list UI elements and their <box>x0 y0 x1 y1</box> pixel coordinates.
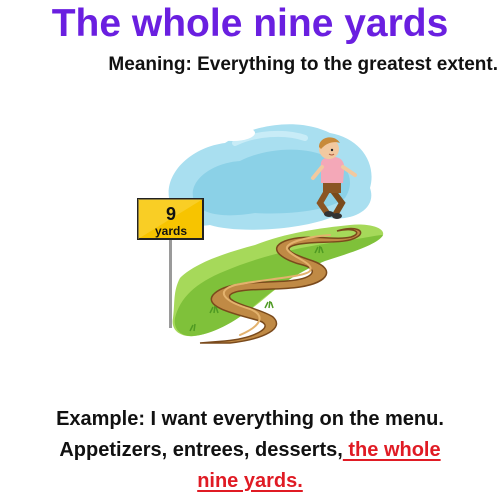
cloud-icon <box>334 104 370 124</box>
page-title: The whole nine yards <box>51 2 449 45</box>
idiom-highlight: the whole <box>342 439 441 461</box>
sign-unit: yards <box>155 224 187 238</box>
meaning-text: Meaning: Everything to the greatest exte… <box>108 54 498 75</box>
sign-number: 9 <box>166 204 176 224</box>
cloud-icon <box>211 116 255 141</box>
idiom-highlight-end: nine yards. <box>197 470 303 492</box>
illustration: 9 yards <box>137 104 384 344</box>
example-line-1: Example: I want everything on the menu. <box>56 408 444 430</box>
example-line-3: nine yards. <box>0 466 500 497</box>
example-line-2-prefix: Appetizers, entrees, desserts, <box>59 439 343 461</box>
grass-hill <box>172 224 384 337</box>
example-text: Example: I want everything on the menu. … <box>0 404 500 497</box>
example-line-2: Appetizers, entrees, desserts, the whole <box>0 435 500 466</box>
